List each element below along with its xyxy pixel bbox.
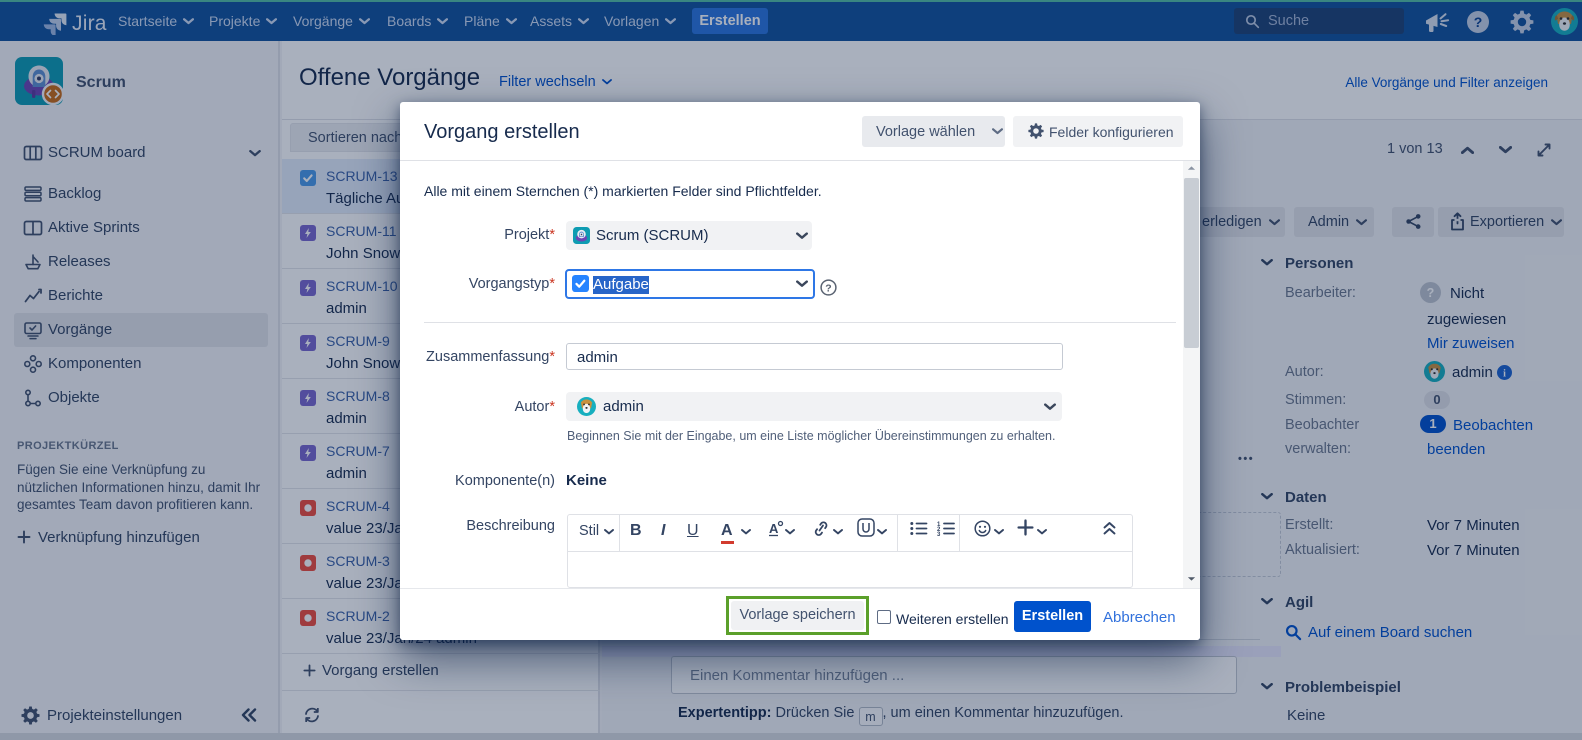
svg-text:3: 3 — [937, 532, 941, 536]
svg-text:?: ? — [825, 283, 831, 295]
svg-text:A: A — [769, 521, 779, 536]
